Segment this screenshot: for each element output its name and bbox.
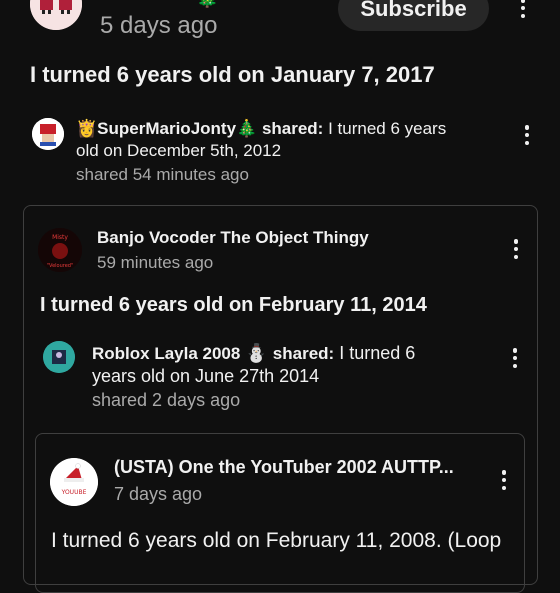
card-share-avatar-image	[43, 341, 75, 373]
card-share-text-1: I turned 6	[339, 343, 416, 363]
channel-avatar-image	[30, 0, 82, 30]
nested-more-icon[interactable]	[494, 468, 514, 492]
snowman-icon: ⛄	[245, 343, 268, 363]
share-text-1: I turned 6 years	[328, 119, 447, 138]
share-author-avatar-image	[32, 118, 64, 150]
card-shared-label: shared:	[272, 344, 335, 363]
share-author-avatar[interactable]	[32, 118, 64, 150]
share-text-block: 👸SuperMarioJonty🎄 shared: I turned 6 yea…	[76, 118, 496, 162]
card-share-more-icon[interactable]	[505, 346, 525, 370]
crown-person-icon: 👸	[76, 119, 98, 138]
nested-author-name[interactable]: (USTA) One the YouTuber 2002 AUTTP...	[114, 457, 454, 478]
nested-timestamp: 7 days ago	[114, 484, 203, 504]
card-timestamp: 59 minutes ago	[97, 253, 214, 272]
card-share-author-name[interactable]: Roblox Layla 2008	[92, 344, 240, 363]
svg-text:"Veloured": "Veloured"	[47, 263, 74, 269]
nested-author-avatar-image: YOUUBE	[50, 458, 98, 506]
header-more-icon[interactable]	[513, 0, 533, 20]
card-share-timestamp: shared 2 days ago	[92, 390, 241, 410]
tree-icon: 🎄	[236, 119, 258, 138]
share-timestamp: shared 54 minutes ago	[76, 165, 249, 184]
nested-post-text: I turned 6 years old on February 11, 200…	[51, 529, 502, 552]
card-post-text: I turned 6 years old on February 11, 201…	[40, 294, 427, 316]
post-text: I turned 6 years old on January 7, 2017	[30, 62, 435, 87]
shared-label: shared:	[261, 119, 324, 138]
nested-author-avatar[interactable]: YOUUBE	[50, 458, 98, 506]
card-share-text-2: years old on June 27th 2014	[92, 366, 320, 386]
share-text-2: old on December 5th, 2012	[76, 141, 282, 160]
svg-text:YOUUBE: YOUUBE	[61, 489, 87, 496]
card-share-text-block: Roblox Layla 2008 ⛄ shared: I turned 6 y…	[92, 342, 502, 387]
subscribe-button[interactable]: Subscribe	[338, 0, 489, 31]
svg-text:Misty: Misty	[52, 234, 68, 241]
post-timestamp: 5 days ago	[100, 12, 218, 39]
subscribe-label: Subscribe	[360, 0, 467, 21]
share-more-icon[interactable]	[517, 123, 537, 147]
card-author-avatar-image: Misty "Veloured"	[38, 228, 82, 272]
header-tree-icon: 🎄	[196, 0, 218, 9]
card-more-icon[interactable]	[506, 237, 526, 261]
channel-avatar[interactable]	[30, 0, 82, 30]
card-share-avatar[interactable]	[43, 341, 75, 373]
share-author-name[interactable]: SuperMarioJonty	[97, 119, 236, 138]
card-author-avatar[interactable]: Misty "Veloured"	[38, 228, 82, 272]
card-author-name[interactable]: Banjo Vocoder The Object Thingy	[97, 228, 369, 248]
